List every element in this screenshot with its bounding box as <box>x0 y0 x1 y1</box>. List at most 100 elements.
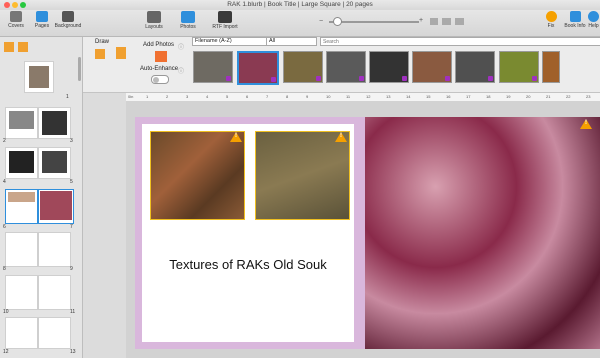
ruler-tick: 14 <box>406 94 411 99</box>
photo-strip-item[interactable] <box>326 51 366 83</box>
photo-strip-item[interactable] <box>542 51 560 83</box>
pages-panel: 1 2 3 4 5 6 7 8 9 10 11 12 13 <box>0 37 83 358</box>
page-number: 12 <box>3 349 9 355</box>
ruler-tick: 13 <box>386 94 391 99</box>
ruler-tick: 1 <box>146 94 149 99</box>
ruler-tick: 4 <box>206 94 209 99</box>
ruler-tick: 20 <box>526 94 531 99</box>
rtf-import-label: RTF Import <box>212 24 238 30</box>
grid-view-icon[interactable] <box>455 18 464 25</box>
pages-label: Pages <box>34 23 50 29</box>
photo-search-input[interactable] <box>320 37 600 46</box>
used-check-icon <box>532 76 537 81</box>
page-number: 5 <box>70 179 73 185</box>
photo-strip-item[interactable] <box>455 51 495 83</box>
pages-button[interactable]: Pages <box>33 11 51 29</box>
draw-frame-icon[interactable] <box>116 47 126 59</box>
page-thumbnail-4[interactable] <box>5 147 38 179</box>
filter-select[interactable]: All <box>266 37 317 46</box>
zoom-slider-handle[interactable] <box>333 17 342 26</box>
ruler-tick: 23 <box>586 94 591 99</box>
low-resolution-warning-icon[interactable] <box>335 132 347 142</box>
page-thumbnail-2[interactable] <box>5 107 38 139</box>
layouts-label: Layouts <box>145 24 163 30</box>
zoom-slider[interactable] <box>329 21 419 23</box>
photo-strip-item[interactable] <box>499 51 539 83</box>
ruler-tick: 10 <box>326 94 331 99</box>
rtf-import-icon <box>218 11 232 23</box>
ruler-tick: 17 <box>466 94 471 99</box>
ruler-tick: 5 <box>226 94 229 99</box>
page-thumbnail-6[interactable] <box>5 189 38 224</box>
auto-enhance-toggle[interactable] <box>151 75 169 84</box>
photo-strip-item[interactable] <box>283 51 323 83</box>
low-resolution-warning-icon[interactable] <box>230 132 242 142</box>
toolbar: Covers Pages Background Layouts Photos R… <box>0 10 600 37</box>
zoom-in-icon[interactable]: + <box>419 17 423 24</box>
sort-select[interactable]: Filename (A-Z) <box>192 37 267 46</box>
covers-button[interactable]: Covers <box>6 11 26 29</box>
photo-strip-item[interactable] <box>412 51 452 83</box>
photo-frame-rusted-metal[interactable] <box>150 131 245 220</box>
page-thumbnail-9[interactable] <box>38 232 71 267</box>
ruler-tick: 12 <box>366 94 371 99</box>
zoom-out-icon[interactable]: − <box>319 18 323 25</box>
page-number: 10 <box>3 309 9 315</box>
photos-icon <box>181 11 195 23</box>
remove-page-icon[interactable] <box>18 42 28 52</box>
ruler-tick: 3 <box>186 94 189 99</box>
background-button[interactable]: Background <box>54 11 82 29</box>
add-photos-icon[interactable] <box>155 51 167 62</box>
covers-label: Covers <box>8 23 24 29</box>
used-check-icon <box>445 76 450 81</box>
ruler-tick: 22 <box>566 94 571 99</box>
ruler-tick: 9 <box>306 94 309 99</box>
help-button[interactable]: Help <box>587 11 600 29</box>
photo-strip-item-selected[interactable] <box>237 51 279 85</box>
ruler-tick: 16 <box>446 94 451 99</box>
rtf-import-button[interactable]: RTF Import <box>210 11 240 30</box>
page-thumbnail-8[interactable] <box>5 232 38 267</box>
low-resolution-warning-icon[interactable] <box>580 119 592 129</box>
single-page-view-icon[interactable] <box>430 18 438 25</box>
photos-button[interactable]: Photos <box>176 11 200 30</box>
ruler-tick: 7 <box>266 94 269 99</box>
page-thumbnail-5[interactable] <box>38 147 71 179</box>
background-icon <box>62 11 74 22</box>
info-icon[interactable]: ⓘ <box>178 66 184 75</box>
add-page-icon[interactable] <box>4 42 14 52</box>
page-thumbnail-1[interactable] <box>24 61 54 93</box>
ruler-tick: 15 <box>426 94 431 99</box>
fix-button[interactable]: Fix <box>543 11 559 29</box>
photo-strip-item[interactable] <box>193 51 233 83</box>
used-check-icon <box>488 76 493 81</box>
page-thumbnail-11[interactable] <box>38 275 71 310</box>
spread-view-icon[interactable] <box>442 18 451 25</box>
used-check-icon <box>402 76 407 81</box>
pages-panel-scrollbar[interactable] <box>78 57 81 81</box>
page-thumbnail-7[interactable] <box>38 189 74 224</box>
photo-frame-stone-texture[interactable] <box>255 131 350 220</box>
page-thumbnail-3[interactable] <box>38 107 71 139</box>
page-number: 13 <box>70 349 76 355</box>
info-icon[interactable]: ⓘ <box>178 42 184 51</box>
photo-frame-onion-skins[interactable] <box>365 117 600 349</box>
draw-text-icon[interactable] <box>95 49 105 59</box>
page-title-text-box[interactable]: Textures of RAKs Old Souk <box>142 257 354 272</box>
book-info-button[interactable]: Book Info <box>564 11 586 29</box>
page-thumbnail-12[interactable] <box>5 317 38 349</box>
ruler-tick: 2 <box>166 94 169 99</box>
page-number: 11 <box>70 309 76 315</box>
page-number: 4 <box>3 179 6 185</box>
page-thumbnail-10[interactable] <box>5 275 38 310</box>
page-thumbnail-13[interactable] <box>38 317 71 349</box>
help-icon <box>588 11 599 22</box>
book-info-label: Book Info <box>564 23 586 29</box>
auto-enhance-label: Auto-Enhance <box>140 66 179 72</box>
layouts-button[interactable]: Layouts <box>142 11 166 30</box>
ruler-tick: 8 <box>286 94 289 99</box>
ruler-tick: 6 <box>246 94 249 99</box>
page-number: 9 <box>70 266 73 272</box>
photo-strip-item[interactable] <box>369 51 409 83</box>
draw-label: Draw <box>95 39 110 45</box>
